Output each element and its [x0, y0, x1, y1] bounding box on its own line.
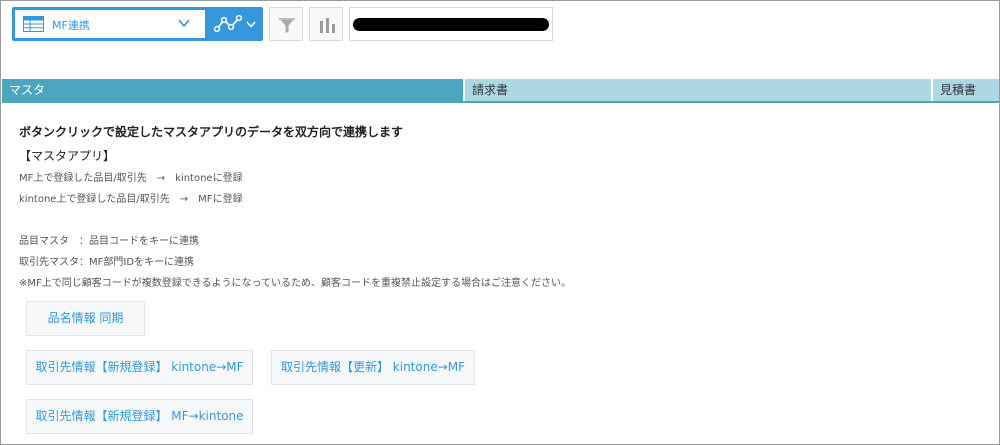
tab-master[interactable]: マスタ: [2, 79, 463, 101]
panel-subheading: 【マスタアプリ】: [19, 149, 116, 163]
info-line: kintone上で登録した品目/取引先 → MFに登録: [19, 194, 243, 205]
client-update-to-mf-button[interactable]: 取引先情報【更新】 kintone→MF: [271, 350, 475, 385]
client-new-to-kintone-button[interactable]: 取引先情報【新規登録】 MF→kintone: [26, 399, 253, 434]
view-selector[interactable]: MF連携: [12, 7, 263, 41]
chevron-down-icon: [246, 21, 256, 28]
info-line: 取引先マスタ：MF部門IDをキーに連携: [19, 257, 195, 268]
info-line: MF上で登録した品目/取引先 → kintoneに登録: [19, 173, 243, 184]
redaction-bar: [353, 18, 549, 31]
client-new-to-mf-button[interactable]: 取引先情報【新規登録】 kintone→MF: [26, 350, 253, 385]
graph-view-button[interactable]: [205, 10, 260, 38]
tab-invoice[interactable]: 請求書: [465, 79, 931, 101]
view-name: MF連携: [52, 19, 90, 32]
redacted-field: [349, 7, 553, 41]
graph-icon: [213, 14, 243, 33]
item-sync-button[interactable]: 品名情報 同期: [26, 301, 145, 336]
panel-heading: ボタンクリックで設定したマスタアプリのデータを双方向で連携します: [19, 125, 404, 139]
table-icon: [23, 16, 44, 32]
chevron-down-icon[interactable]: [177, 16, 191, 30]
tab-quote[interactable]: 見積書: [933, 79, 999, 101]
notice-line: ※MF上で同じ顧客コードが複数登録できるようになっているため、顧客コードを重複禁…: [19, 278, 572, 289]
info-line: 品目マスタ ：品目コードをキーに連携: [19, 236, 199, 247]
chart-button[interactable]: [309, 7, 343, 41]
filter-icon: [279, 18, 295, 33]
tab-underline: [2, 101, 999, 103]
tab-bar: マスタ 請求書 見積書: [2, 79, 999, 101]
filter-button[interactable]: [269, 7, 303, 41]
app-frame: MF連携 マスタ 請求書 見積書 ボタンクリックで設定したマスタアプリのデータを…: [0, 0, 1000, 445]
view-dropdown[interactable]: MF連携: [15, 10, 205, 38]
bar-chart-icon: [320, 18, 335, 33]
